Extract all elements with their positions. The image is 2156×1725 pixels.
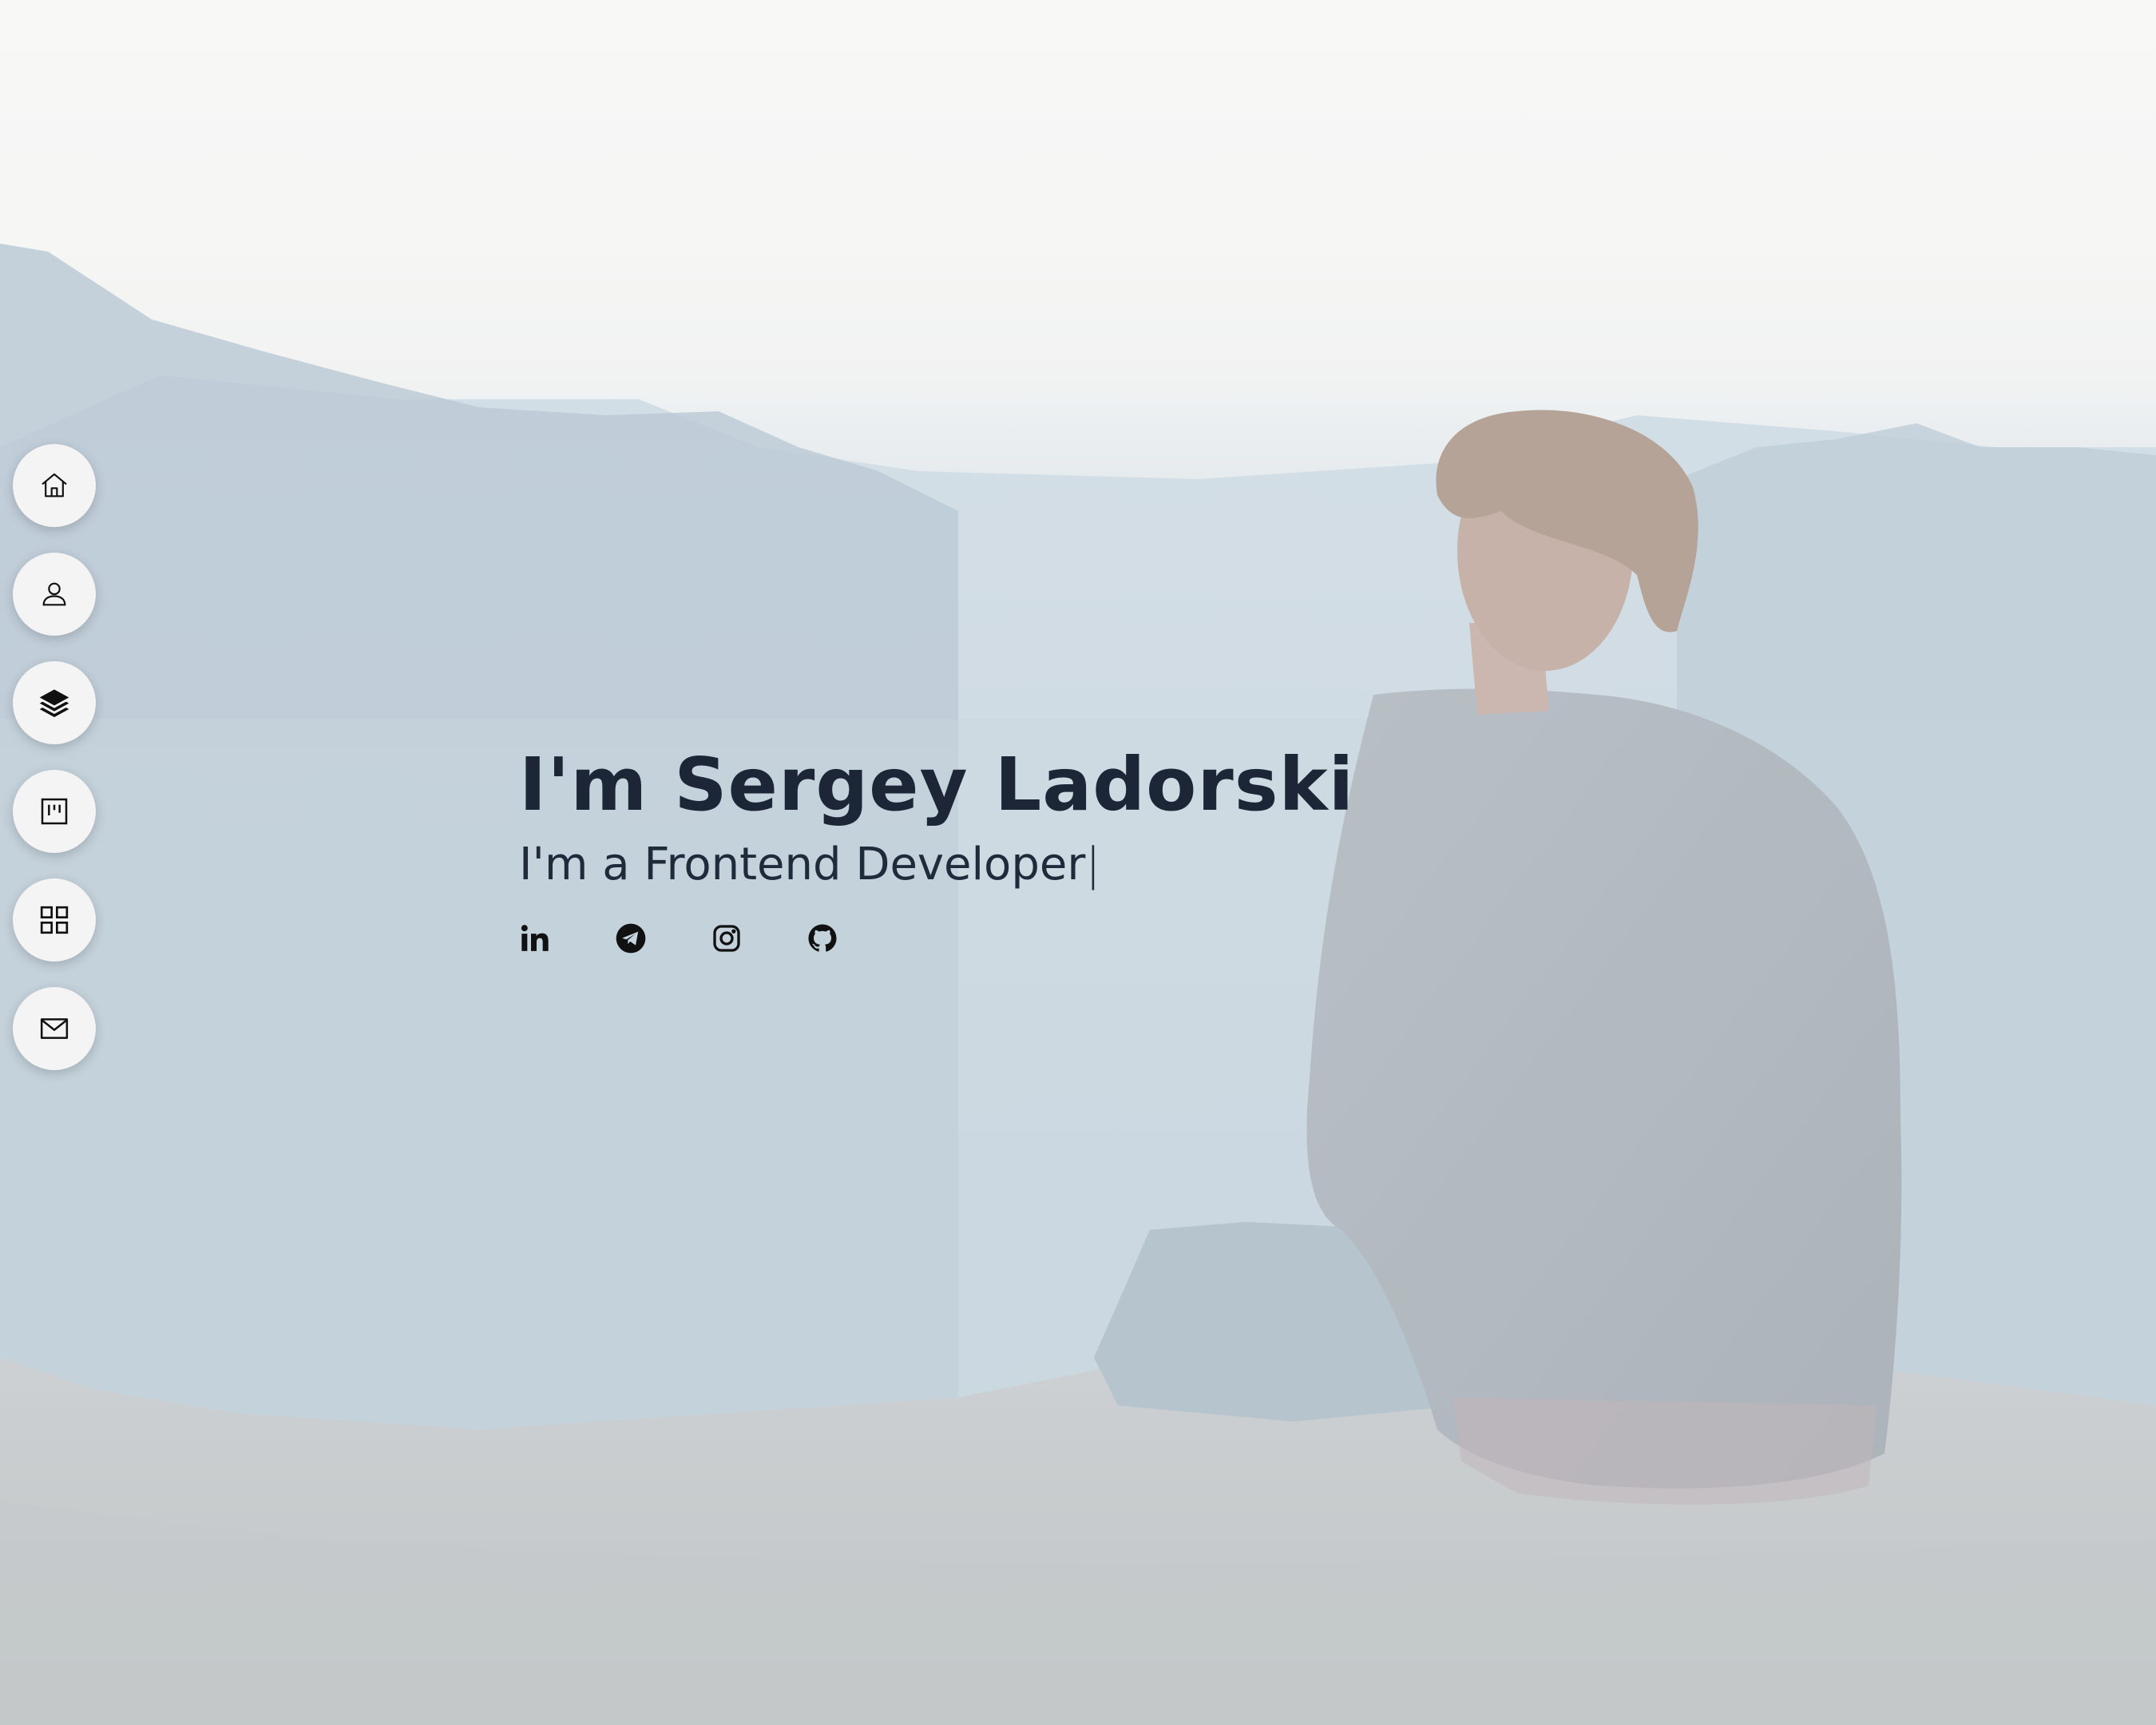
linkedin-link[interactable] (519, 922, 551, 954)
home-icon (42, 473, 67, 498)
typing-cursor: | (1085, 838, 1101, 890)
telegram-link[interactable] (615, 922, 647, 954)
nav-resume-button[interactable] (13, 661, 96, 744)
envelope-icon (40, 1018, 69, 1039)
nav-contact-button[interactable] (13, 987, 96, 1070)
nav-portfolio-button[interactable] (13, 770, 96, 853)
instagram-icon (713, 925, 740, 952)
instagram-link[interactable] (711, 922, 743, 954)
social-links (519, 922, 1354, 954)
layers-icon (39, 689, 69, 717)
sidebar-nav (13, 444, 96, 1070)
kanban-icon (41, 798, 68, 825)
telegram-icon (616, 923, 646, 954)
hero-name: I'm Sergey Ladorski (519, 742, 1355, 827)
github-icon (808, 924, 837, 952)
hero-content: I'm Sergey Ladorski I'm a Frontend Devel… (519, 743, 1354, 954)
user-icon (42, 582, 66, 606)
nav-home-button[interactable] (13, 444, 96, 527)
linkedin-icon (521, 924, 549, 951)
hero-section: I'm Sergey Ladorski I'm a Frontend Devel… (0, 0, 2156, 1725)
grid-icon (40, 906, 69, 934)
subtitle-prefix: I'm a (519, 838, 630, 890)
github-link[interactable] (807, 922, 838, 954)
nav-services-button[interactable] (13, 878, 96, 962)
hero-subtitle: I'm a Frontend Developer| (519, 839, 1354, 890)
nav-about-button[interactable] (13, 553, 96, 636)
typed-role: Frontend Developer (644, 838, 1086, 890)
